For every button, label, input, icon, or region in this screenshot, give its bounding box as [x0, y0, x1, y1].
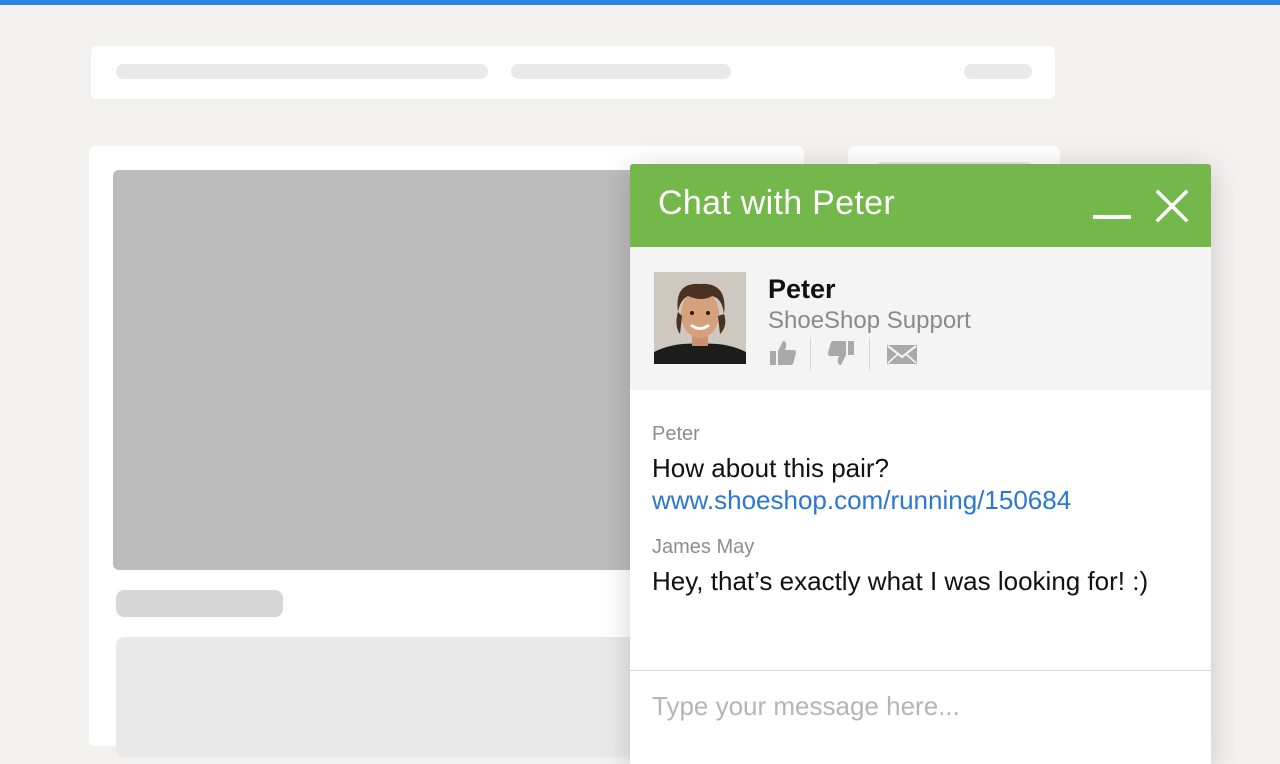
message-author: Peter: [652, 423, 700, 445]
divider: [810, 338, 811, 370]
thumbs-down-icon: [828, 341, 854, 365]
message-list: Peter How about this pair? www.shoeshop.…: [630, 390, 1211, 670]
close-button[interactable]: [1152, 186, 1192, 226]
email-transcript-button[interactable]: [886, 338, 918, 370]
chat-header: Chat with Peter: [630, 164, 1211, 247]
divider: [869, 338, 870, 370]
thumbs-up-icon: [770, 341, 796, 365]
skeleton-bar: [116, 590, 283, 617]
message-input[interactable]: [630, 671, 1211, 741]
skeleton-bar: [116, 64, 488, 79]
skeleton-bar: [964, 64, 1032, 79]
thumbs-down-button[interactable]: [826, 338, 858, 370]
thumbs-up-button[interactable]: [768, 338, 800, 370]
chat-widget: Chat with Peter Peter ShoeShop Support P…: [630, 164, 1211, 764]
agent-name: Peter: [768, 274, 836, 304]
agent-panel: Peter ShoeShop Support: [630, 247, 1211, 390]
top-accent-bar: [0, 0, 1280, 5]
agent-photo: [654, 272, 746, 364]
minimize-button[interactable]: [1092, 186, 1132, 226]
mail-icon: [887, 345, 917, 364]
minimize-icon: [1093, 215, 1131, 219]
agent-role: ShoeShop Support: [768, 307, 971, 334]
message-text: How about this pair?: [652, 453, 890, 483]
close-icon: [1155, 189, 1189, 223]
header-skeleton-card: [91, 46, 1055, 99]
message-author: James May: [652, 536, 755, 558]
message-text: Hey, that’s exactly what I was looking f…: [652, 566, 1149, 596]
avatar: [654, 272, 746, 364]
message-link[interactable]: www.shoeshop.com/running/150684: [652, 485, 1071, 516]
skeleton-block: [116, 637, 716, 757]
skeleton-bar: [511, 64, 731, 79]
chat-title: Chat with Peter: [658, 184, 895, 222]
